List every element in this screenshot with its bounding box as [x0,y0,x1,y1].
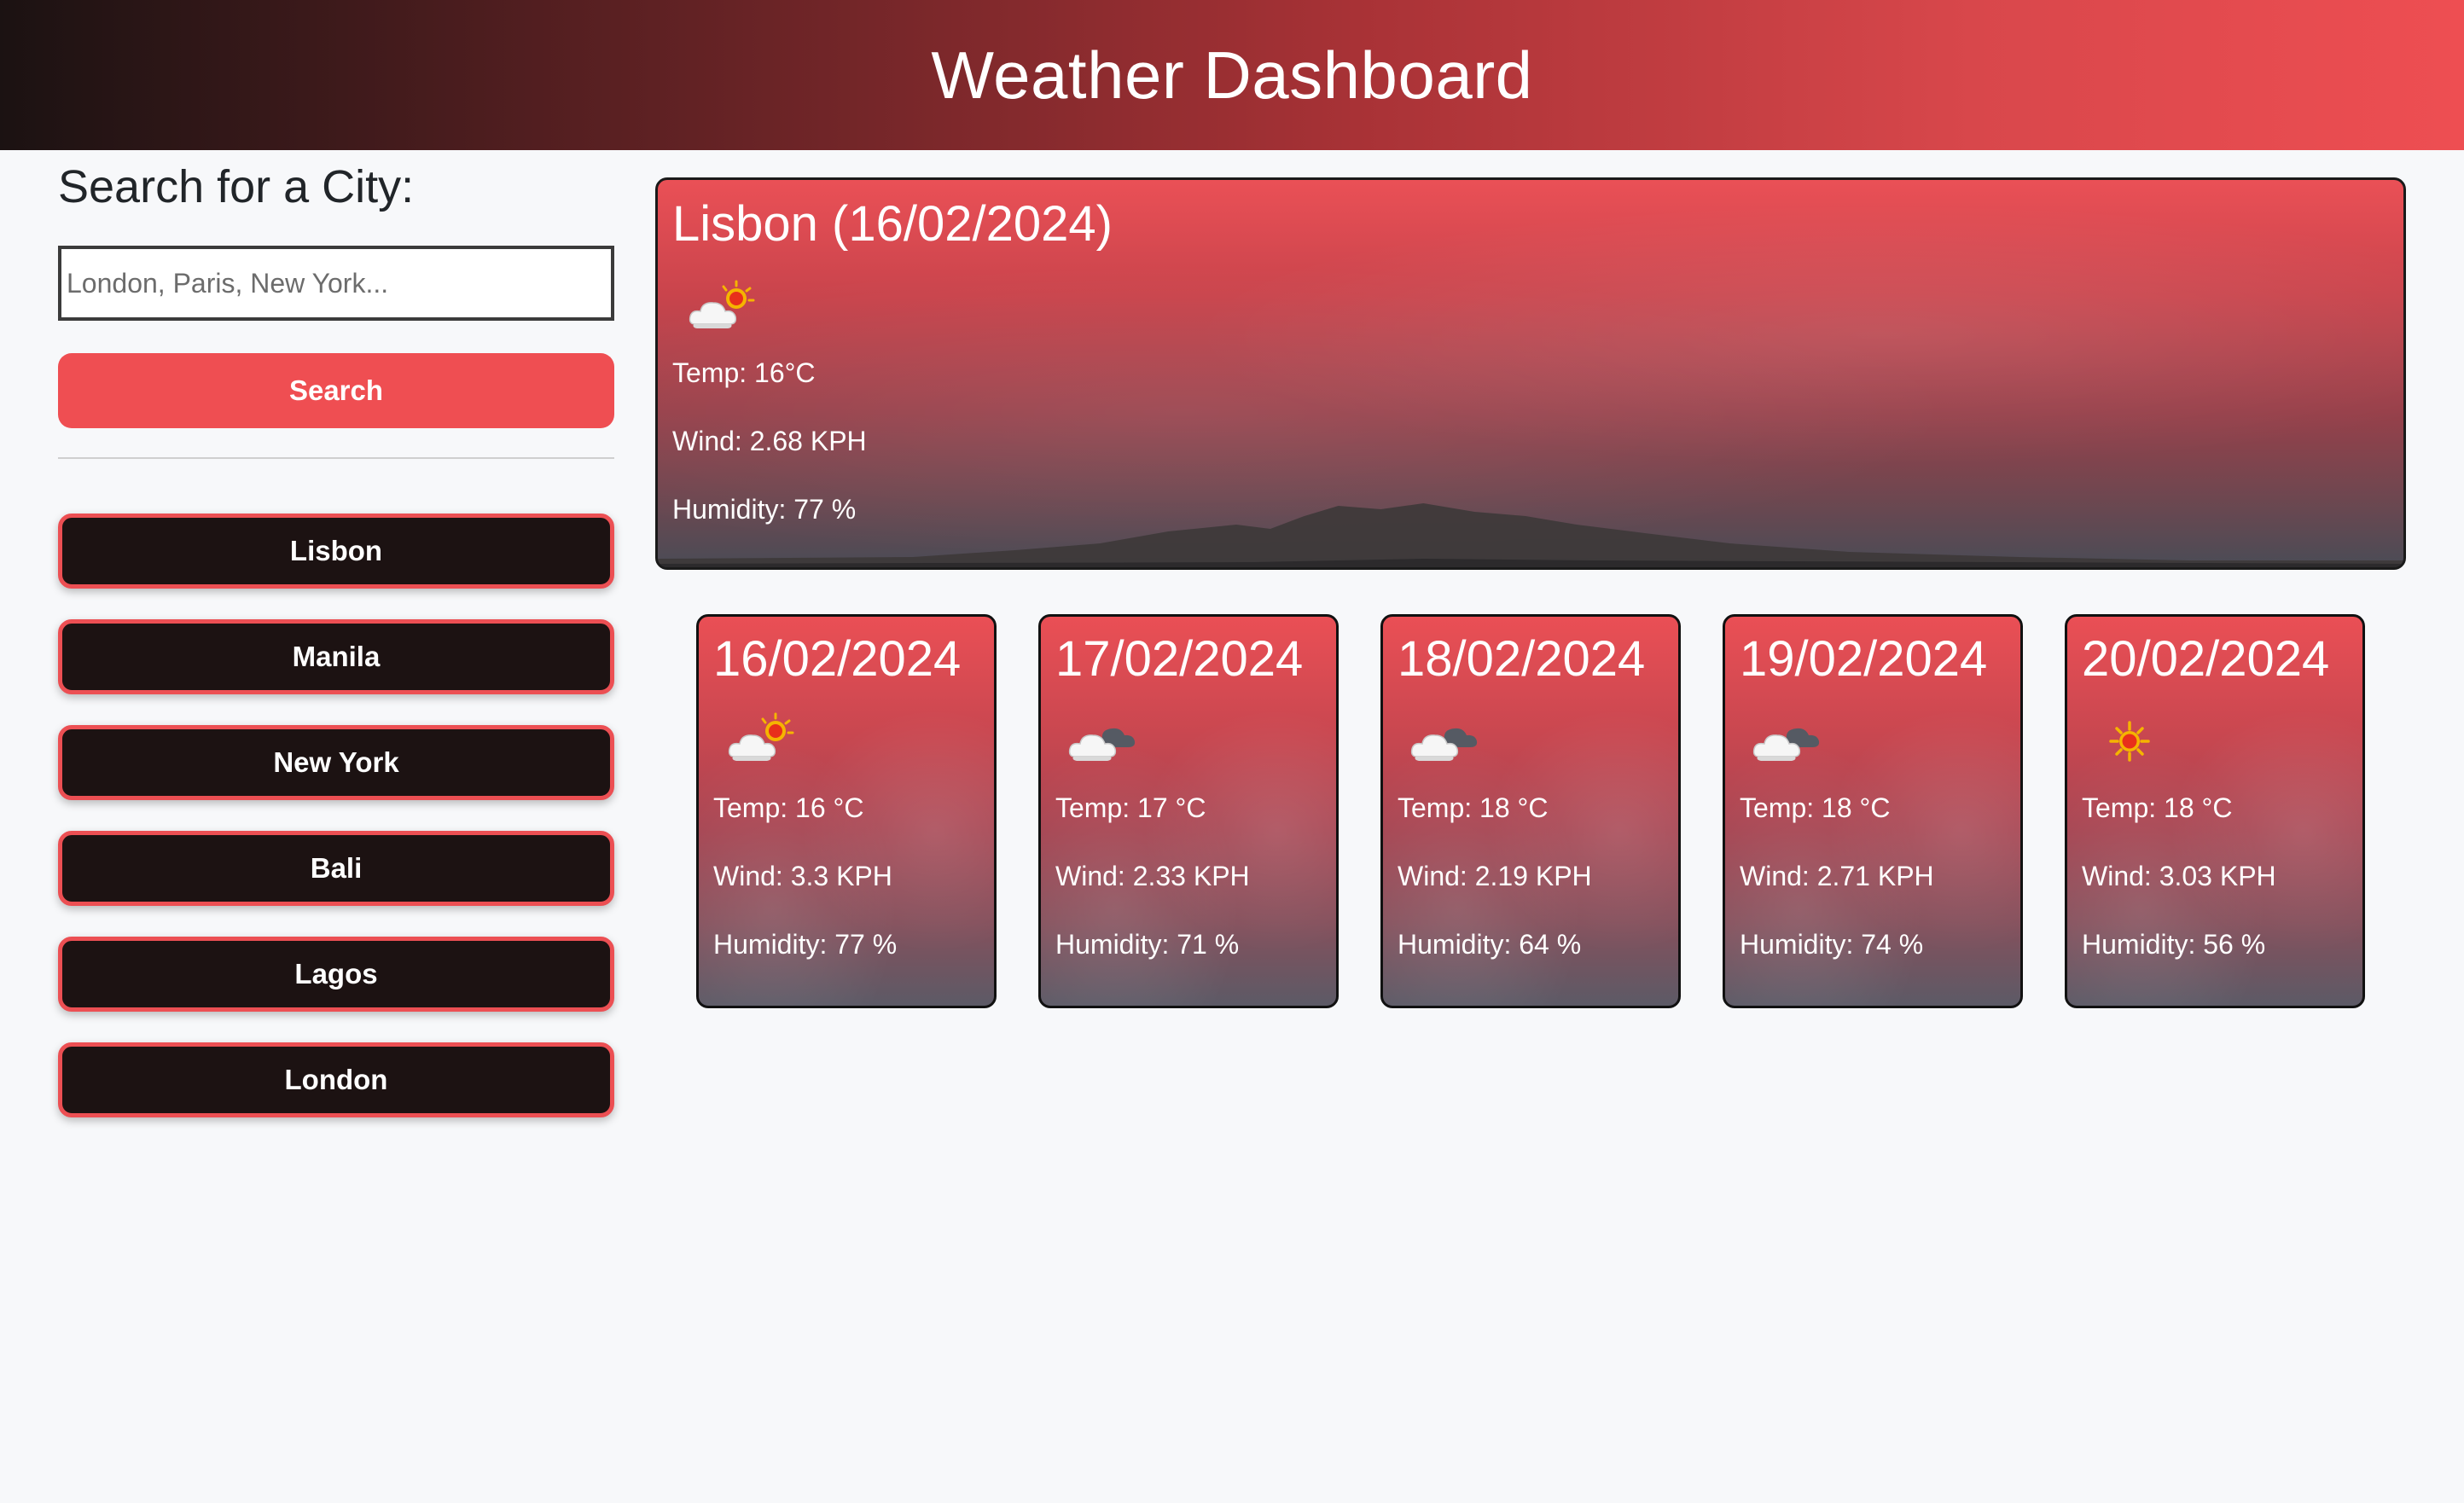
history-item-lagos[interactable]: Lagos [58,937,614,1012]
forecast-card: 19/02/2024 Temp: 18 °C Wind: 2.71 KPH Hu… [1723,614,2023,1008]
dark-cloud-icon [1410,728,1478,762]
forecast-wind: Wind: 3.03 KPH [2082,861,2276,891]
forecast-date: 19/02/2024 [1740,631,1988,687]
forecast-humidity: Humidity: 56 % [2082,929,2266,960]
forecast-card: 18/02/2024 Temp: 18 °C Wind: 2.19 KPH Hu… [1380,614,1681,1008]
current-weather-card: Lisbon (16/02/2024) Temp: 16°C Wind: 2.6… [655,177,2406,570]
forecast-date: 17/02/2024 [1055,631,1304,687]
search-button[interactable]: Search [58,353,614,428]
sidebar-divider [58,457,614,459]
forecast-temp: Temp: 17 °C [1055,792,1206,823]
forecast-wind: Wind: 2.33 KPH [1055,861,1250,891]
history-item-manila[interactable]: Manila [58,619,614,694]
forecast-date: 18/02/2024 [1398,631,1646,687]
forecast-temp: Temp: 18 °C [2082,792,2233,823]
forecast-wind: Wind: 2.71 KPH [1740,861,1934,891]
forecast-temp: Temp: 18 °C [1740,792,1891,823]
forecast-date: 20/02/2024 [2082,631,2330,687]
current-temp: Temp: 16°C [672,357,816,388]
sun-behind-cloud-icon [689,280,755,330]
forecast-humidity: Humidity: 74 % [1740,929,1924,960]
forecast-humidity: Humidity: 77 % [713,929,898,960]
search-heading: Search for a City: [58,161,415,212]
history-item-lisbon[interactable]: Lisbon [58,514,614,589]
forecast-card: 17/02/2024 Temp: 17 °C Wind: 2.33 KPH Hu… [1038,614,1339,1008]
forecast-wind: Wind: 2.19 KPH [1398,861,1592,891]
forecast-temp: Temp: 18 °C [1398,792,1549,823]
current-city-title: Lisbon (16/02/2024) [672,196,1113,252]
forecast-temp: Temp: 16 °C [713,792,864,823]
forecast-card: 20/02/2024 Temp: 18 °C Wind: 3.03 KPH Hu… [2065,614,2365,1008]
mountain-silhouette [658,503,2403,567]
sun-behind-cloud-icon [728,712,794,763]
forecast-humidity: Humidity: 64 % [1398,929,1582,960]
page-title: Weather Dashboard [931,37,1533,113]
sun-icon [2109,721,2150,762]
forecast-humidity: Humidity: 71 % [1055,929,1240,960]
forecast-wind: Wind: 3.3 KPH [713,861,892,891]
history-item-london[interactable]: London [58,1042,614,1117]
dark-cloud-icon [1068,728,1136,762]
city-search-input[interactable] [58,246,614,321]
forecast-card: 16/02/2024 Temp: 16 °C Wind: 3.3 KPH Hum… [696,614,997,1008]
current-humidity: Humidity: 77 % [672,494,857,525]
app-header: Weather Dashboard [0,0,2464,150]
dark-cloud-icon [1752,728,1820,762]
forecast-date: 16/02/2024 [713,631,962,687]
history-item-bali[interactable]: Bali [58,831,614,906]
current-wind: Wind: 2.68 KPH [672,426,867,456]
history-item-new-york[interactable]: New York [58,725,614,800]
